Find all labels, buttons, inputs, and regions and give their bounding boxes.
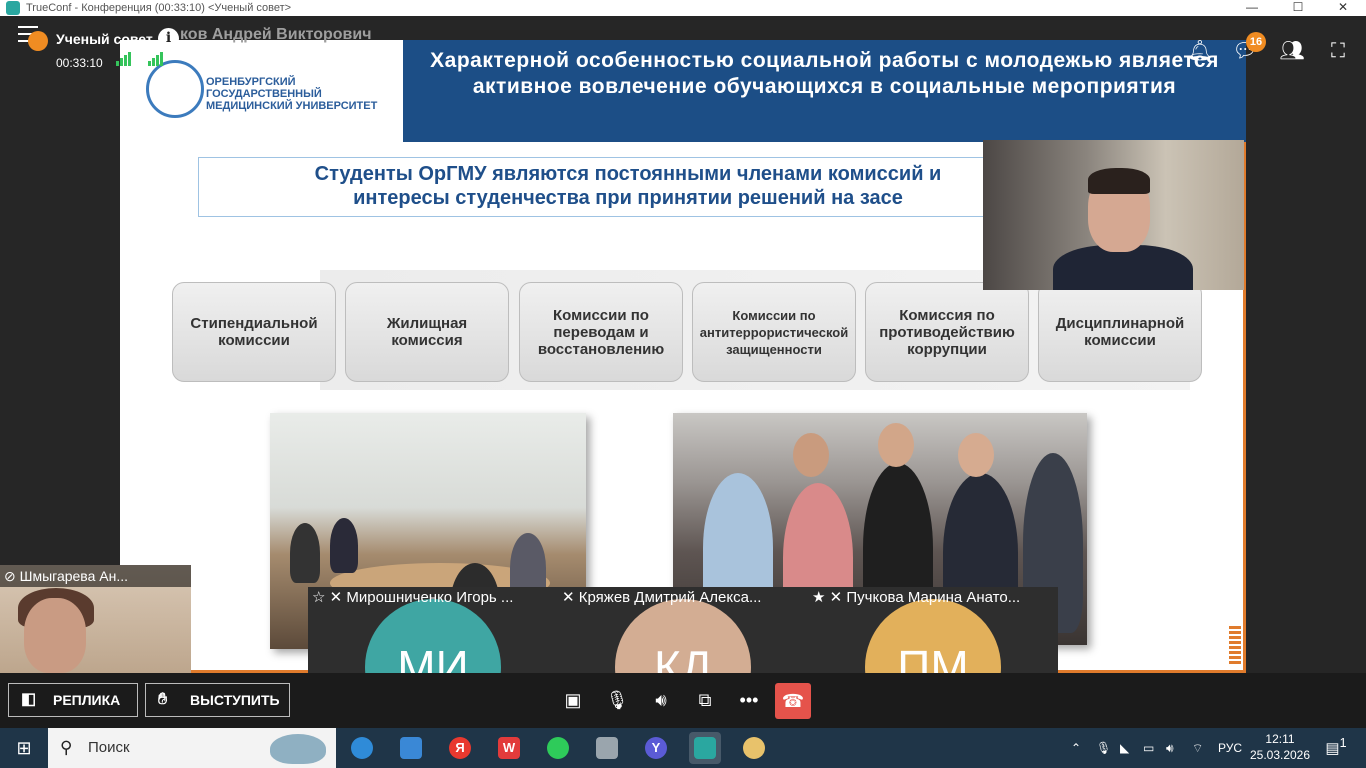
- speak-button[interactable]: ✋︎ ВЫСТУПИТЬ: [145, 683, 290, 717]
- status-indicator-icon: [28, 31, 48, 51]
- hang-up-button[interactable]: ☎︎: [775, 683, 811, 719]
- tray-app-icon[interactable]: ◣: [1120, 728, 1129, 768]
- search-highlight-icon: [270, 734, 326, 764]
- tray-expand-icon[interactable]: ⌃: [1071, 728, 1081, 768]
- windows-taskbar: ⊞ ⚲ Поиск Я W Y ⌃ 🎙︎ ◣ ▭ 🔊︎ ⌔ РУС 12:11 …: [0, 728, 1366, 768]
- slide-subtitle-line-2: интересы студенчества при принятии решен…: [353, 187, 903, 209]
- committee-box: Жилищная комиссия: [345, 282, 509, 382]
- search-icon: ⚲: [60, 738, 73, 757]
- edge-browser-icon[interactable]: [346, 732, 378, 764]
- star-icon: ★: [812, 589, 830, 606]
- self-video-label: ⊘ Шмыгарева Ан...: [0, 565, 191, 587]
- slide-subtitle: Студенты ОрГМУ являются постоянными член…: [198, 157, 1058, 217]
- maximize-button[interactable]: ☐: [1275, 0, 1321, 16]
- raise-hand-icon: ✋︎: [158, 691, 168, 708]
- microphone-off-icon[interactable]: 🎙︎: [602, 688, 632, 712]
- conference-timer: 00:33:10: [56, 56, 103, 70]
- participant-avatar: ПМ: [865, 599, 1001, 673]
- camera-off-icon: ⊘: [4, 568, 20, 584]
- mic-off-icon: ✕: [562, 589, 579, 606]
- participant-name: Кряжев Дмитрий Алекса...: [578, 589, 762, 606]
- close-button[interactable]: ✕: [1320, 0, 1366, 16]
- conference-control-bar: ◧ РЕПЛИКА ✋︎ ВЫСТУПИТЬ ▣ 🎙︎ 🔊︎ ⧉ ••• ☎︎: [0, 673, 1366, 728]
- replica-button[interactable]: ◧ РЕПЛИКА: [8, 683, 138, 717]
- self-name: Шмыгарева Ан...: [19, 568, 128, 584]
- star-icon: ☆: [312, 589, 330, 606]
- participant-name: Пучкова Марина Анато...: [846, 589, 1021, 606]
- slide-banner: Характерной особенностью социальной рабо…: [403, 40, 1246, 142]
- participant-avatar: КД: [615, 599, 751, 673]
- tray-battery-icon[interactable]: ▭: [1143, 728, 1154, 768]
- window-titlebar: TrueConf - Конференция (00:33:10) <Учены…: [0, 0, 1366, 16]
- university-logo-icon: [146, 60, 204, 118]
- speaker-volume-icon[interactable]: 🔊︎: [646, 688, 676, 712]
- taskbar-search-input[interactable]: ⚲ Поиск: [48, 728, 336, 768]
- participant-avatar: МИ: [365, 599, 501, 673]
- window-title: TrueConf - Конференция (00:33:10) <Учены…: [26, 2, 292, 14]
- more-options-icon[interactable]: •••: [734, 688, 764, 712]
- windows-start-icon[interactable]: ⊞: [0, 728, 48, 768]
- tray-clock[interactable]: 12:11 25.03.2026: [1248, 731, 1312, 763]
- chat-unread-badge: 16: [1246, 32, 1266, 52]
- presentation-slide: ОРЕНБУРГСКИЙ ГОСУДАРСТВЕННЫЙ МЕДИЦИНСКИЙ…: [120, 40, 1246, 673]
- tray-language[interactable]: РУС: [1218, 728, 1242, 768]
- yandex-browser-icon[interactable]: Я: [444, 732, 476, 764]
- committee-box: Комиссия по противодействию коррупции: [865, 282, 1029, 382]
- slide-decoration: [1229, 626, 1241, 666]
- committee-box: Комиссии по антитеррористической защищен…: [692, 282, 856, 382]
- tray-time: 12:11: [1265, 732, 1295, 746]
- info-icon[interactable]: i: [158, 28, 179, 49]
- screen-share-icon[interactable]: ⧉: [690, 688, 720, 712]
- minimize-button[interactable]: —: [1229, 0, 1275, 16]
- fullscreen-icon[interactable]: ⛶: [1325, 38, 1351, 64]
- participants-icon[interactable]: 👥︎: [1279, 38, 1305, 64]
- camera-off-icon[interactable]: ▣: [558, 688, 588, 712]
- notification-center-icon[interactable]: ▤1: [1322, 736, 1350, 760]
- wps-office-icon[interactable]: W: [493, 732, 525, 764]
- participant-tile[interactable]: ПМ ★ ✕ Пучкова Марина Анато...: [808, 587, 1058, 673]
- participant-tile[interactable]: МИ ☆ ✕ Мирошниченко Игорь ...: [308, 587, 558, 673]
- trueconf-logo-icon: [6, 1, 20, 15]
- trueconf-app-icon[interactable]: [689, 732, 721, 764]
- speaker-video[interactable]: [983, 140, 1244, 290]
- mic-off-icon: ✕: [829, 589, 847, 606]
- committee-box: Дисциплинарной комиссии: [1038, 282, 1202, 382]
- notifications-bell-icon[interactable]: 🔔︎: [1187, 38, 1213, 64]
- committee-box: Комиссии по переводам и восстановлению: [519, 282, 683, 382]
- speaker-name: ков Андрей Викторович: [180, 26, 372, 43]
- paint-app-icon[interactable]: [738, 732, 770, 764]
- whatsapp-icon[interactable]: [542, 732, 574, 764]
- notification-count: 1: [1339, 736, 1347, 750]
- replica-icon: ◧: [21, 691, 37, 708]
- mic-off-icon: ✕: [329, 589, 347, 606]
- yandex-app-icon[interactable]: Y: [640, 732, 672, 764]
- participant-tile[interactable]: КД ✕ Кряжев Дмитрий Алекса...: [558, 587, 808, 673]
- signal-strength-icon: [116, 52, 132, 66]
- tray-network-icon[interactable]: ⌔: [1192, 728, 1203, 768]
- committee-box: Стипендиальной комиссии: [172, 282, 336, 382]
- participant-name: Мирошниченко Игорь ...: [346, 589, 514, 606]
- conference-name: Ученый совет: [56, 31, 153, 47]
- participant-strip: МИ ☆ ✕ Мирошниченко Игорь ... КД ✕ Кряже…: [308, 587, 1058, 673]
- tray-date: 25.03.2026: [1249, 748, 1311, 762]
- signal-strength-icon: [148, 52, 164, 66]
- tray-volume-icon[interactable]: 🔊︎: [1166, 728, 1174, 768]
- university-name: ОРЕНБУРГСКИЙ ГОСУДАРСТВЕННЫЙ МЕДИЦИНСКИЙ…: [206, 76, 378, 112]
- slide-subtitle-line-1: Студенты ОрГМУ являются постоянными член…: [314, 163, 942, 185]
- photos-app-icon[interactable]: [395, 732, 427, 764]
- scanner-app-icon[interactable]: [591, 732, 623, 764]
- tray-microphone-icon[interactable]: 🎙︎: [1096, 728, 1111, 768]
